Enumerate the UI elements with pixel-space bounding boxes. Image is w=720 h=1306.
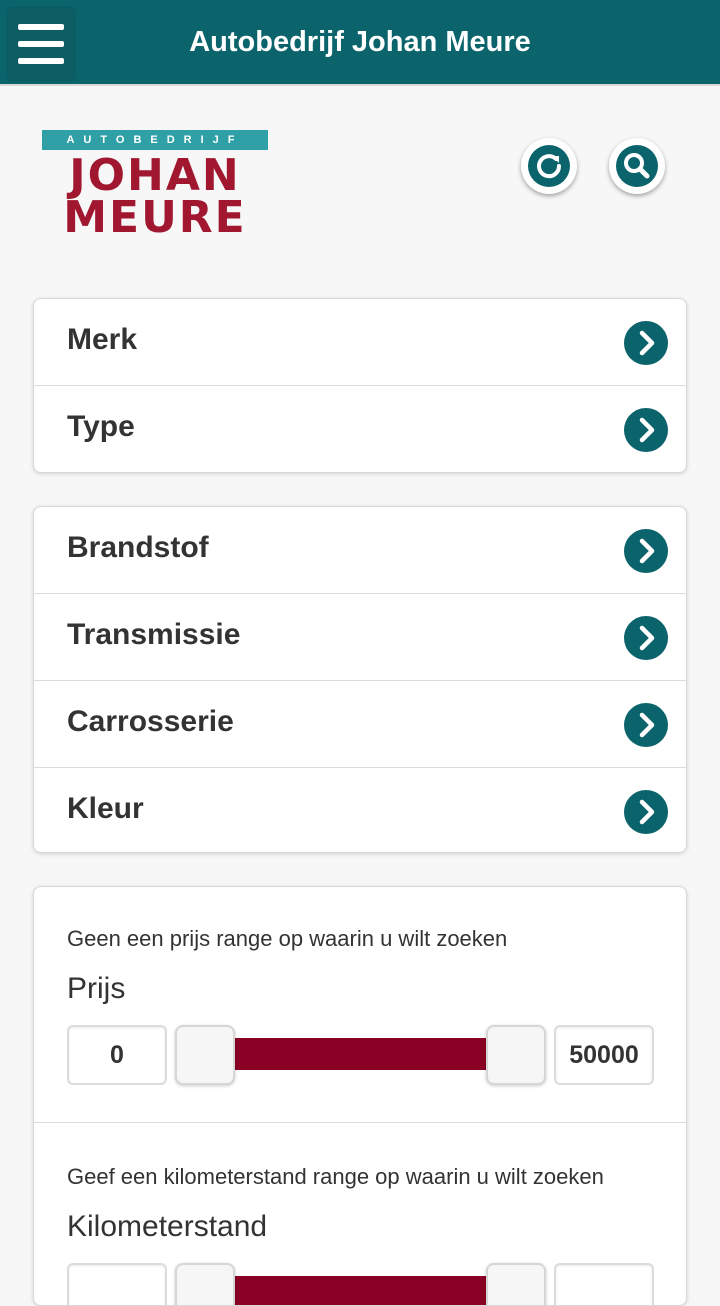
- app-header: Autobedrijf Johan Meure: [0, 0, 720, 86]
- price-title: Prijs: [67, 972, 126, 1005]
- mileage-max-input[interactable]: [554, 1263, 654, 1305]
- filter-row-carrosserie[interactable]: Carrosserie: [34, 681, 686, 768]
- refresh-button[interactable]: [521, 138, 577, 194]
- filter-row-transmissie[interactable]: Transmissie: [34, 594, 686, 681]
- mileage-hint: Geef een kilometerstand range op waarin …: [67, 1164, 604, 1189]
- range-card: Geen een prijs range op waarin u wilt zo…: [33, 886, 687, 1306]
- filter-card-vehicle: Merk Type: [33, 298, 687, 473]
- filter-row-type[interactable]: Type: [34, 386, 686, 472]
- mileage-max-handle[interactable]: [486, 1263, 546, 1305]
- page-title: Autobedrijf Johan Meure: [189, 26, 531, 58]
- mileage-min-handle[interactable]: [175, 1263, 235, 1305]
- chevron-right-icon[interactable]: [624, 616, 668, 660]
- logo-strip-text: AUTOBEDRIJF: [42, 130, 268, 150]
- filter-label: Merk: [67, 323, 138, 356]
- logo-line-2: MEURE: [63, 192, 247, 243]
- mileage-slider-range: [224, 1276, 494, 1305]
- search-icon: [624, 153, 650, 179]
- mileage-title: Kilometerstand: [67, 1210, 268, 1243]
- refresh-icon: [537, 154, 562, 179]
- filter-row-brandstof[interactable]: Brandstof: [34, 507, 686, 594]
- price-min-input[interactable]: 0: [67, 1025, 167, 1085]
- chevron-right-icon[interactable]: [624, 321, 668, 365]
- filter-label: Carrosserie: [67, 705, 234, 738]
- filter-label: Kleur: [67, 792, 144, 825]
- price-min-handle[interactable]: [175, 1025, 235, 1085]
- filter-card-specs: Brandstof Transmissie Carrosserie Kleur: [33, 506, 687, 853]
- search-button[interactable]: [609, 138, 665, 194]
- company-logo: AUTOBEDRIJF JOHAN MEURE: [40, 128, 270, 240]
- price-slider-range: [224, 1038, 494, 1070]
- filter-label: Brandstof: [67, 531, 209, 564]
- price-slider-track[interactable]: [194, 1038, 524, 1070]
- filter-row-kleur[interactable]: Kleur: [34, 768, 686, 852]
- chevron-right-icon[interactable]: [624, 703, 668, 747]
- chevron-right-icon[interactable]: [624, 790, 668, 834]
- mileage-range: Geef een kilometerstand range op waarin …: [34, 1123, 686, 1305]
- chevron-right-icon[interactable]: [624, 529, 668, 573]
- price-max-handle[interactable]: [486, 1025, 546, 1085]
- price-range: Geen een prijs range op waarin u wilt zo…: [34, 887, 686, 1123]
- price-max-input[interactable]: 50000: [554, 1025, 654, 1085]
- filter-label: Transmissie: [67, 618, 241, 651]
- filter-label: Type: [67, 410, 135, 443]
- filter-row-merk[interactable]: Merk: [34, 299, 686, 386]
- mileage-slider-track[interactable]: [194, 1276, 524, 1305]
- mileage-min-input[interactable]: [67, 1263, 167, 1305]
- chevron-right-icon[interactable]: [624, 408, 668, 452]
- price-hint: Geen een prijs range op waarin u wilt zo…: [67, 926, 508, 951]
